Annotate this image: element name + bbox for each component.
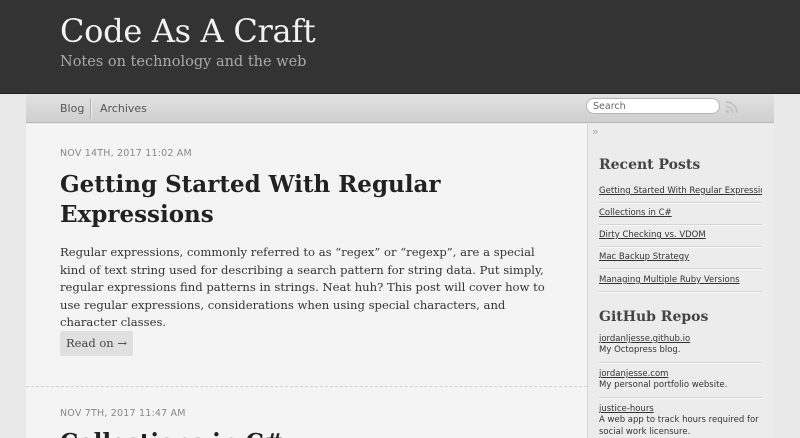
repo-description: My personal portfolio website. [599, 380, 728, 390]
repo-description: My Octopress blog. [599, 345, 681, 355]
site-subtitle: Notes on technology and the web [60, 54, 307, 70]
repo-item: jordanljesse.github.io My Octopress blog… [599, 333, 762, 363]
repo-item: justice-hours A web app to track hours r… [599, 403, 762, 438]
repo-link[interactable]: jordanjesse.com [599, 368, 762, 380]
recent-posts-heading: Recent Posts [599, 157, 701, 173]
main-navigation: Blog Archives [26, 94, 774, 123]
post-title-link[interactable]: Collections in C# [60, 428, 500, 438]
recent-post-link[interactable]: Dirty Checking vs. VDOM [599, 225, 762, 247]
repo-description: A web app to track hours required for so… [599, 415, 759, 437]
read-on-button[interactable]: Read on → [60, 331, 133, 356]
recent-post-link[interactable]: Collections in C# [599, 203, 762, 225]
post-date: NOV 7TH, 2017 11:47 AM [60, 408, 186, 419]
main-content: NOV 14TH, 2017 11:02 AM Getting Started … [26, 124, 587, 438]
site-title[interactable]: Code As A Craft [60, 12, 316, 50]
nav-divider [90, 99, 91, 119]
post-divider [26, 386, 587, 387]
recent-post-link[interactable]: Getting Started With Regular Expressions [599, 181, 762, 203]
repo-link[interactable]: justice-hours [599, 403, 762, 415]
post-title-link[interactable]: Getting Started With Regular Expressions [60, 170, 500, 230]
repo-item: jordanjesse.com My personal portfolio we… [599, 368, 762, 398]
search-input[interactable] [586, 98, 720, 114]
post-excerpt: Regular expressions, commonly referred t… [60, 245, 545, 329]
recent-post-link[interactable]: Managing Multiple Ruby Versions [599, 270, 762, 292]
nav-link-blog[interactable]: Blog [60, 102, 84, 115]
github-repos-heading: GitHub Repos [599, 309, 709, 325]
recent-post-link[interactable]: Mac Backup Strategy [599, 247, 762, 269]
nav-link-archives[interactable]: Archives [100, 102, 147, 115]
repo-link[interactable]: jordanljesse.github.io [599, 333, 762, 345]
sidebar: » Recent Posts Getting Started With Regu… [587, 124, 774, 438]
rss-icon[interactable] [725, 100, 739, 114]
site-header: Code As A Craft Notes on technology and … [0, 0, 800, 94]
collapse-sidebar-icon[interactable]: » [592, 125, 599, 138]
post-date: NOV 14TH, 2017 11:02 AM [60, 148, 192, 159]
